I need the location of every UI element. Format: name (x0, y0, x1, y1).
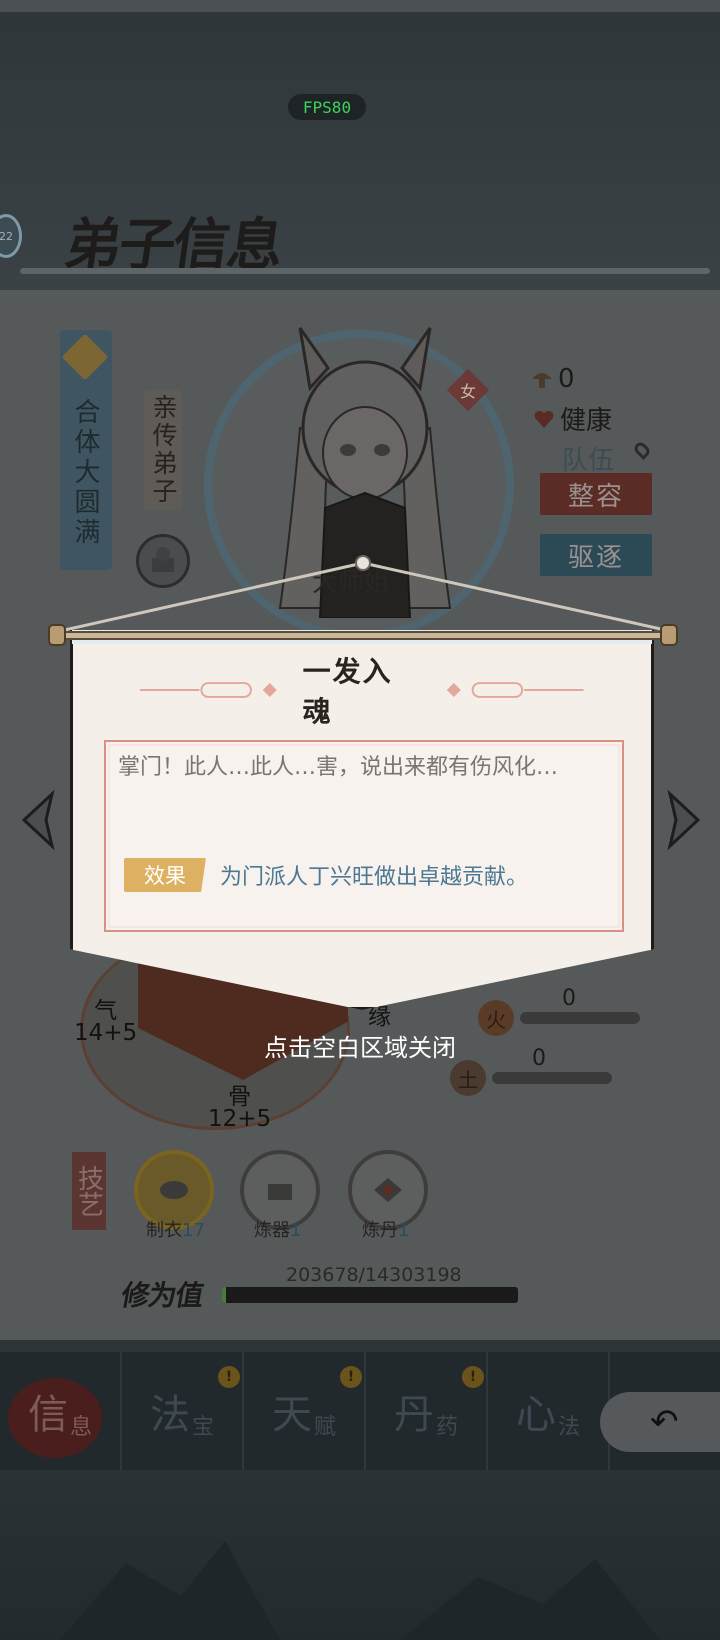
cultivation-progress-fill (222, 1287, 227, 1303)
tab-info[interactable]: 信息 (0, 1352, 122, 1470)
health-heart-icon (534, 410, 554, 428)
health-status-value: 健康 (560, 406, 613, 436)
skill-alchemy-label: 炼丹1 (362, 1220, 410, 1241)
tab-treasure[interactable]: 法宝! (122, 1352, 244, 1470)
alert-icon: ! (218, 1366, 240, 1388)
effect-row: 效果 为门派人丁兴旺做出卓越贡献。 (124, 858, 528, 892)
resource-count-value: 0 (558, 364, 575, 394)
top-strip (0, 0, 720, 12)
cultivation-value: 203678/14303198 (286, 1264, 462, 1286)
resource-count: 0 (530, 364, 575, 394)
earth-element-icon: 土 (450, 1060, 486, 1096)
mushroom-icon (532, 373, 552, 388)
scroll-rod (48, 624, 678, 646)
popup-header: 一发入魂 (140, 655, 584, 728)
element-earth-row: 土 (450, 1060, 612, 1096)
skill-forging-label: 炼器1 (254, 1220, 302, 1241)
close-hint[interactable]: 点击空白区域关闭 (0, 1028, 720, 1063)
disciple-rank: 亲传弟子 (144, 390, 182, 510)
alert-icon: ! (462, 1366, 484, 1388)
prev-arrow-icon[interactable] (16, 790, 58, 850)
attr-fate-label: 缘 (368, 1004, 391, 1030)
fps-counter: FPS80 (288, 94, 366, 120)
health-status: 健康 (532, 400, 612, 437)
back-button[interactable]: ↶ (600, 1392, 720, 1452)
attr-qi-label: 气 (94, 998, 118, 1024)
skills-tag: 技艺 (72, 1152, 106, 1230)
scroll-hanger (60, 555, 670, 633)
cultivation-label: 修为值 (118, 1279, 206, 1312)
tab-talent[interactable]: 天赋! (244, 1352, 366, 1470)
tab-pills[interactable]: 丹药! (366, 1352, 488, 1470)
next-arrow-icon[interactable] (664, 790, 706, 850)
popup-title: 一发入魂 (302, 655, 393, 728)
fire-element-bar (520, 1012, 640, 1024)
team-label[interactable]: 队伍 (562, 440, 614, 477)
pill-icon (374, 1178, 402, 1202)
effect-tag: 效果 (124, 858, 206, 892)
skill-tailoring-label: 制衣17 (146, 1220, 205, 1241)
ground-scenery (0, 1470, 720, 1640)
restyle-button[interactable]: 整容 (540, 473, 652, 515)
fire-element-value: 0 (562, 986, 576, 1011)
attr-bone: 骨 12+5 (208, 1084, 272, 1132)
cloud-ornament-right-icon (447, 682, 584, 698)
tab-technique[interactable]: 心法 (488, 1352, 610, 1470)
earth-element-bar (492, 1072, 612, 1084)
attr-bone-label: 骨 (228, 1084, 252, 1110)
back-arrow-icon: ↶ (650, 1402, 679, 1442)
realm-label: 合体大圆满 (70, 398, 100, 548)
cauldron-icon (268, 1184, 292, 1200)
effect-text: 为门派人丁兴旺做出卓越贡献。 (220, 865, 529, 890)
cultivation-progress-bar (222, 1287, 518, 1303)
alert-icon: ! (340, 1366, 362, 1388)
title-divider (20, 268, 710, 274)
popup-description: 掌门！此人…此人…害，说出来都有伤风化… (118, 755, 559, 780)
attr-bone-value: 12+5 (208, 1106, 272, 1132)
cloth-roll-icon (160, 1181, 188, 1199)
cloud-ornament-left-icon (140, 682, 277, 698)
